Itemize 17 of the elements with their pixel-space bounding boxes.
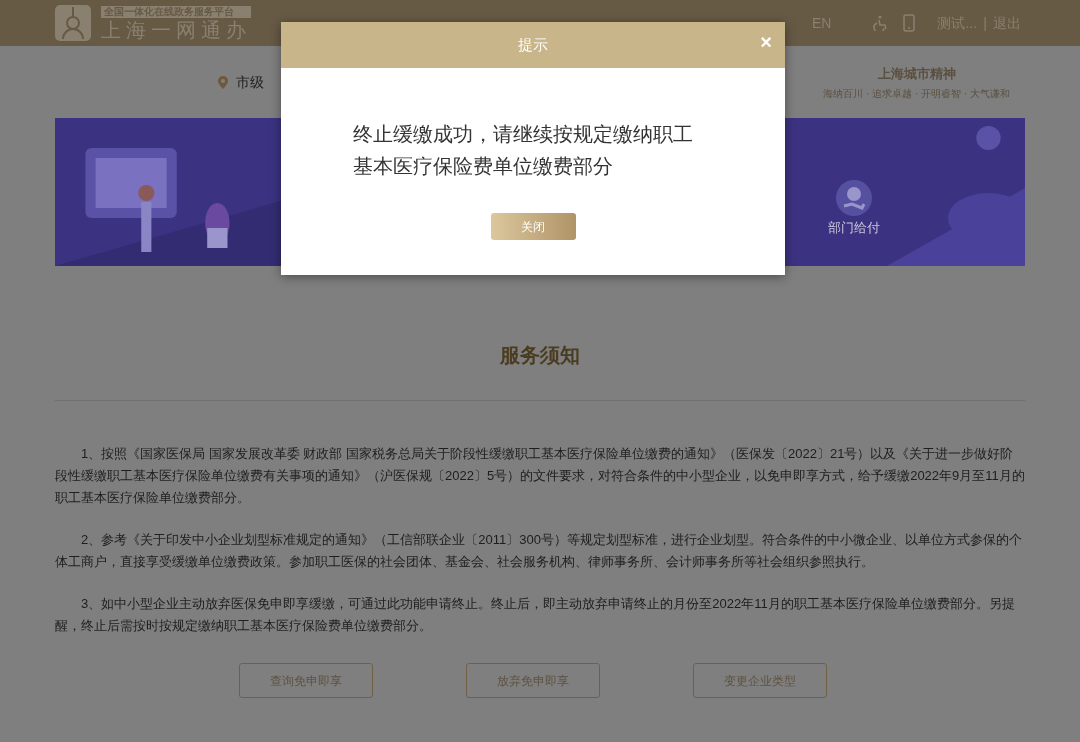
separator: | <box>983 13 987 33</box>
action-button[interactable]: 变更企业类型 <box>693 663 827 698</box>
accessibility-icon[interactable] <box>873 15 890 31</box>
service-label[interactable]: 部门给付 <box>828 218 880 238</box>
close-dialog-button[interactable]: 关闭 <box>490 213 576 240</box>
close-button[interactable]: × <box>760 32 772 52</box>
dialog-title: 提示 <box>518 34 548 55</box>
logo-icon <box>55 5 91 41</box>
mobile-icon[interactable] <box>903 14 916 32</box>
notice-title: 服务须知 <box>500 343 580 368</box>
money-hand-icon <box>836 180 872 216</box>
dialog-message: 终止缓缴成功，请继续按规定缴纳职工基本医疗保险费单位缴费部分 <box>353 122 694 179</box>
notice-paragraph: 3、如中小型企业主动放弃医保免申即享缓缴，可通过此功能申请终止。终止后，即主动放弃申请终止的月份至2022年11月的职工基本医疗保险单位缴费部分。另提醒，终止后需按时按规定缴纳职工基本医疗保险费单位缴费部分。 <box>55 595 1016 635</box>
notice-paragraph: 2、参考《关于印发中小企业划型标准规定的通知》（工信部联企业〔2011〕300号）等规定划型标准，进行企业划型。符合条件的中小微企业、以单位方式参保的个体工商户，直接享受缓缴单位缴费政策。参加职工医保的社会团体、基金会、社会服务机构、律师事务所、会计师事务所等社会组织参照执行。 <box>55 531 1023 571</box>
location-pin-icon <box>218 76 228 89</box>
city-spirit-title: 上海城市精神 <box>877 65 956 83</box>
location-label[interactable]: 市级 <box>236 72 264 93</box>
